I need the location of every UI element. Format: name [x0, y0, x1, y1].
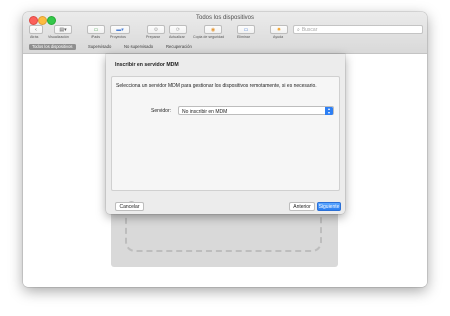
mdm-sheet: Inscribir en servidor MDM Selecciona un … [106, 54, 345, 214]
trash-icon: ▭ [243, 26, 249, 33]
search-field[interactable]: ⌕ Buscar [293, 25, 423, 34]
backup-icon: ◉ [210, 26, 216, 33]
view-button[interactable]: ▤▾ [54, 25, 72, 34]
projects-icon: ▬▾ [116, 26, 124, 33]
server-label: Servidor: [151, 108, 172, 114]
chevron-up-down-icon: ▴ ▾ [325, 107, 333, 115]
projects-button[interactable]: ▬▾ [110, 25, 130, 34]
ipads-button[interactable]: ▭ [87, 25, 105, 34]
help-toolbar-button[interactable]: ✸ [270, 25, 288, 34]
sheet-title: Inscribir en servidor MDM [115, 62, 179, 68]
ipads-label: iPads [91, 35, 100, 39]
tab-unsupervised[interactable]: No supervisado [121, 44, 156, 50]
next-button[interactable]: Siguiente [317, 202, 341, 211]
sheet-panel: Selecciona un servidor MDM para gestiona… [111, 76, 340, 210]
chevron-left-icon: ‹ [35, 26, 37, 33]
filter-tabs: Todos los dispositivos Supervisado No su… [23, 42, 427, 52]
delete-label: Eliminar [237, 35, 250, 39]
update-icon: ⟳ [175, 26, 181, 33]
tab-supervised[interactable]: Supervisado [85, 44, 114, 50]
title-bar: Todos los dispositivos ‹ Atrás ▤▾ Visual… [23, 12, 427, 54]
help-icon: ✸ [276, 26, 282, 33]
prepare-button[interactable]: ⚙ [147, 25, 165, 34]
help-toolbar-label: Ayuda [273, 35, 284, 39]
update-button[interactable]: ⟳ [169, 25, 187, 34]
search-icon: ⌕ [297, 26, 300, 33]
app-window: Todos los dispositivos ‹ Atrás ▤▾ Visual… [23, 12, 427, 287]
cancel-button[interactable]: Cancelar [115, 202, 144, 211]
previous-button[interactable]: Anterior [289, 202, 315, 211]
tab-recovery[interactable]: Recuperación [163, 44, 195, 50]
sheet-description: Selecciona un servidor MDM para gestiona… [116, 83, 317, 89]
view-label: Visualización [48, 35, 69, 39]
backup-button[interactable]: ◉ [204, 25, 222, 34]
ipad-icon: ▭ [93, 26, 99, 33]
back-label: Atrás [30, 35, 39, 39]
server-select-value: No inscribir en MDM [182, 108, 228, 115]
view-icon: ▤▾ [59, 26, 67, 33]
server-select[interactable]: No inscribir en MDM ▴ ▾ [178, 106, 334, 115]
projects-label: Proyectos [110, 35, 126, 39]
prepare-label: Preparar [146, 35, 160, 39]
window-title: Todos los dispositivos [195, 15, 255, 21]
delete-button[interactable]: ▭ [237, 25, 255, 34]
prepare-icon: ⚙ [153, 26, 159, 33]
back-button[interactable]: ‹ [29, 25, 43, 34]
update-label: Actualizar [169, 35, 185, 39]
backup-label: Copia de seguridad [193, 35, 225, 39]
tab-all-devices[interactable]: Todos los dispositivos [29, 44, 76, 50]
search-placeholder: Buscar [301, 26, 318, 33]
main-content: Inscribir en servidor MDM Selecciona un … [23, 54, 427, 287]
